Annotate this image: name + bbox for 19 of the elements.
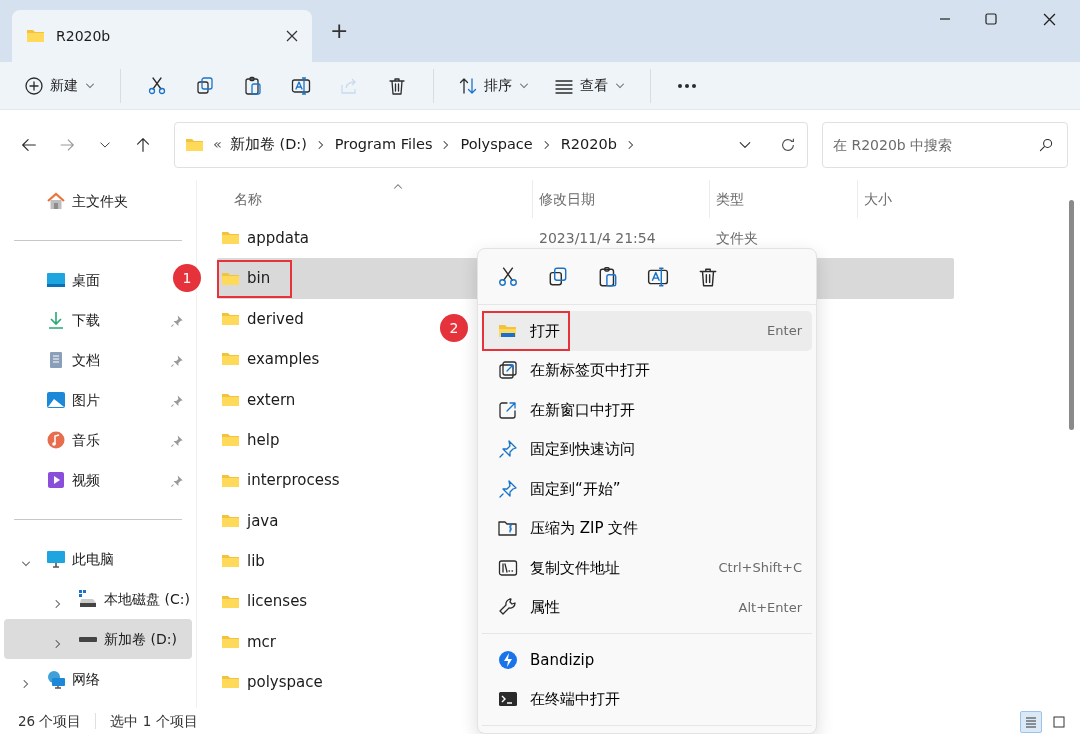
file-name: mcr <box>247 631 277 653</box>
tab-title: R2020b <box>56 26 111 46</box>
file-name: java <box>247 510 279 532</box>
file-name: examples <box>247 349 320 371</box>
file-name: polyspace <box>247 672 323 694</box>
selection-count: 选中 1 个项目 <box>110 711 198 731</box>
file-type: 文件夹 <box>716 229 758 246</box>
file-name: appdata <box>247 227 310 249</box>
item-count: 26 个项目 <box>18 711 82 731</box>
modified-date: 2023/11/4 21:54 <box>539 229 656 246</box>
step-marker: 2 <box>440 314 468 342</box>
file-name: bin <box>247 268 271 290</box>
file-name: licenses <box>247 591 308 613</box>
file-name: extern <box>247 389 296 411</box>
file-name: lib <box>247 551 265 573</box>
file-name: derived <box>247 308 304 330</box>
step-marker: 1 <box>173 264 201 293</box>
file-name: help <box>247 429 280 451</box>
file-name: interprocess <box>247 470 340 492</box>
